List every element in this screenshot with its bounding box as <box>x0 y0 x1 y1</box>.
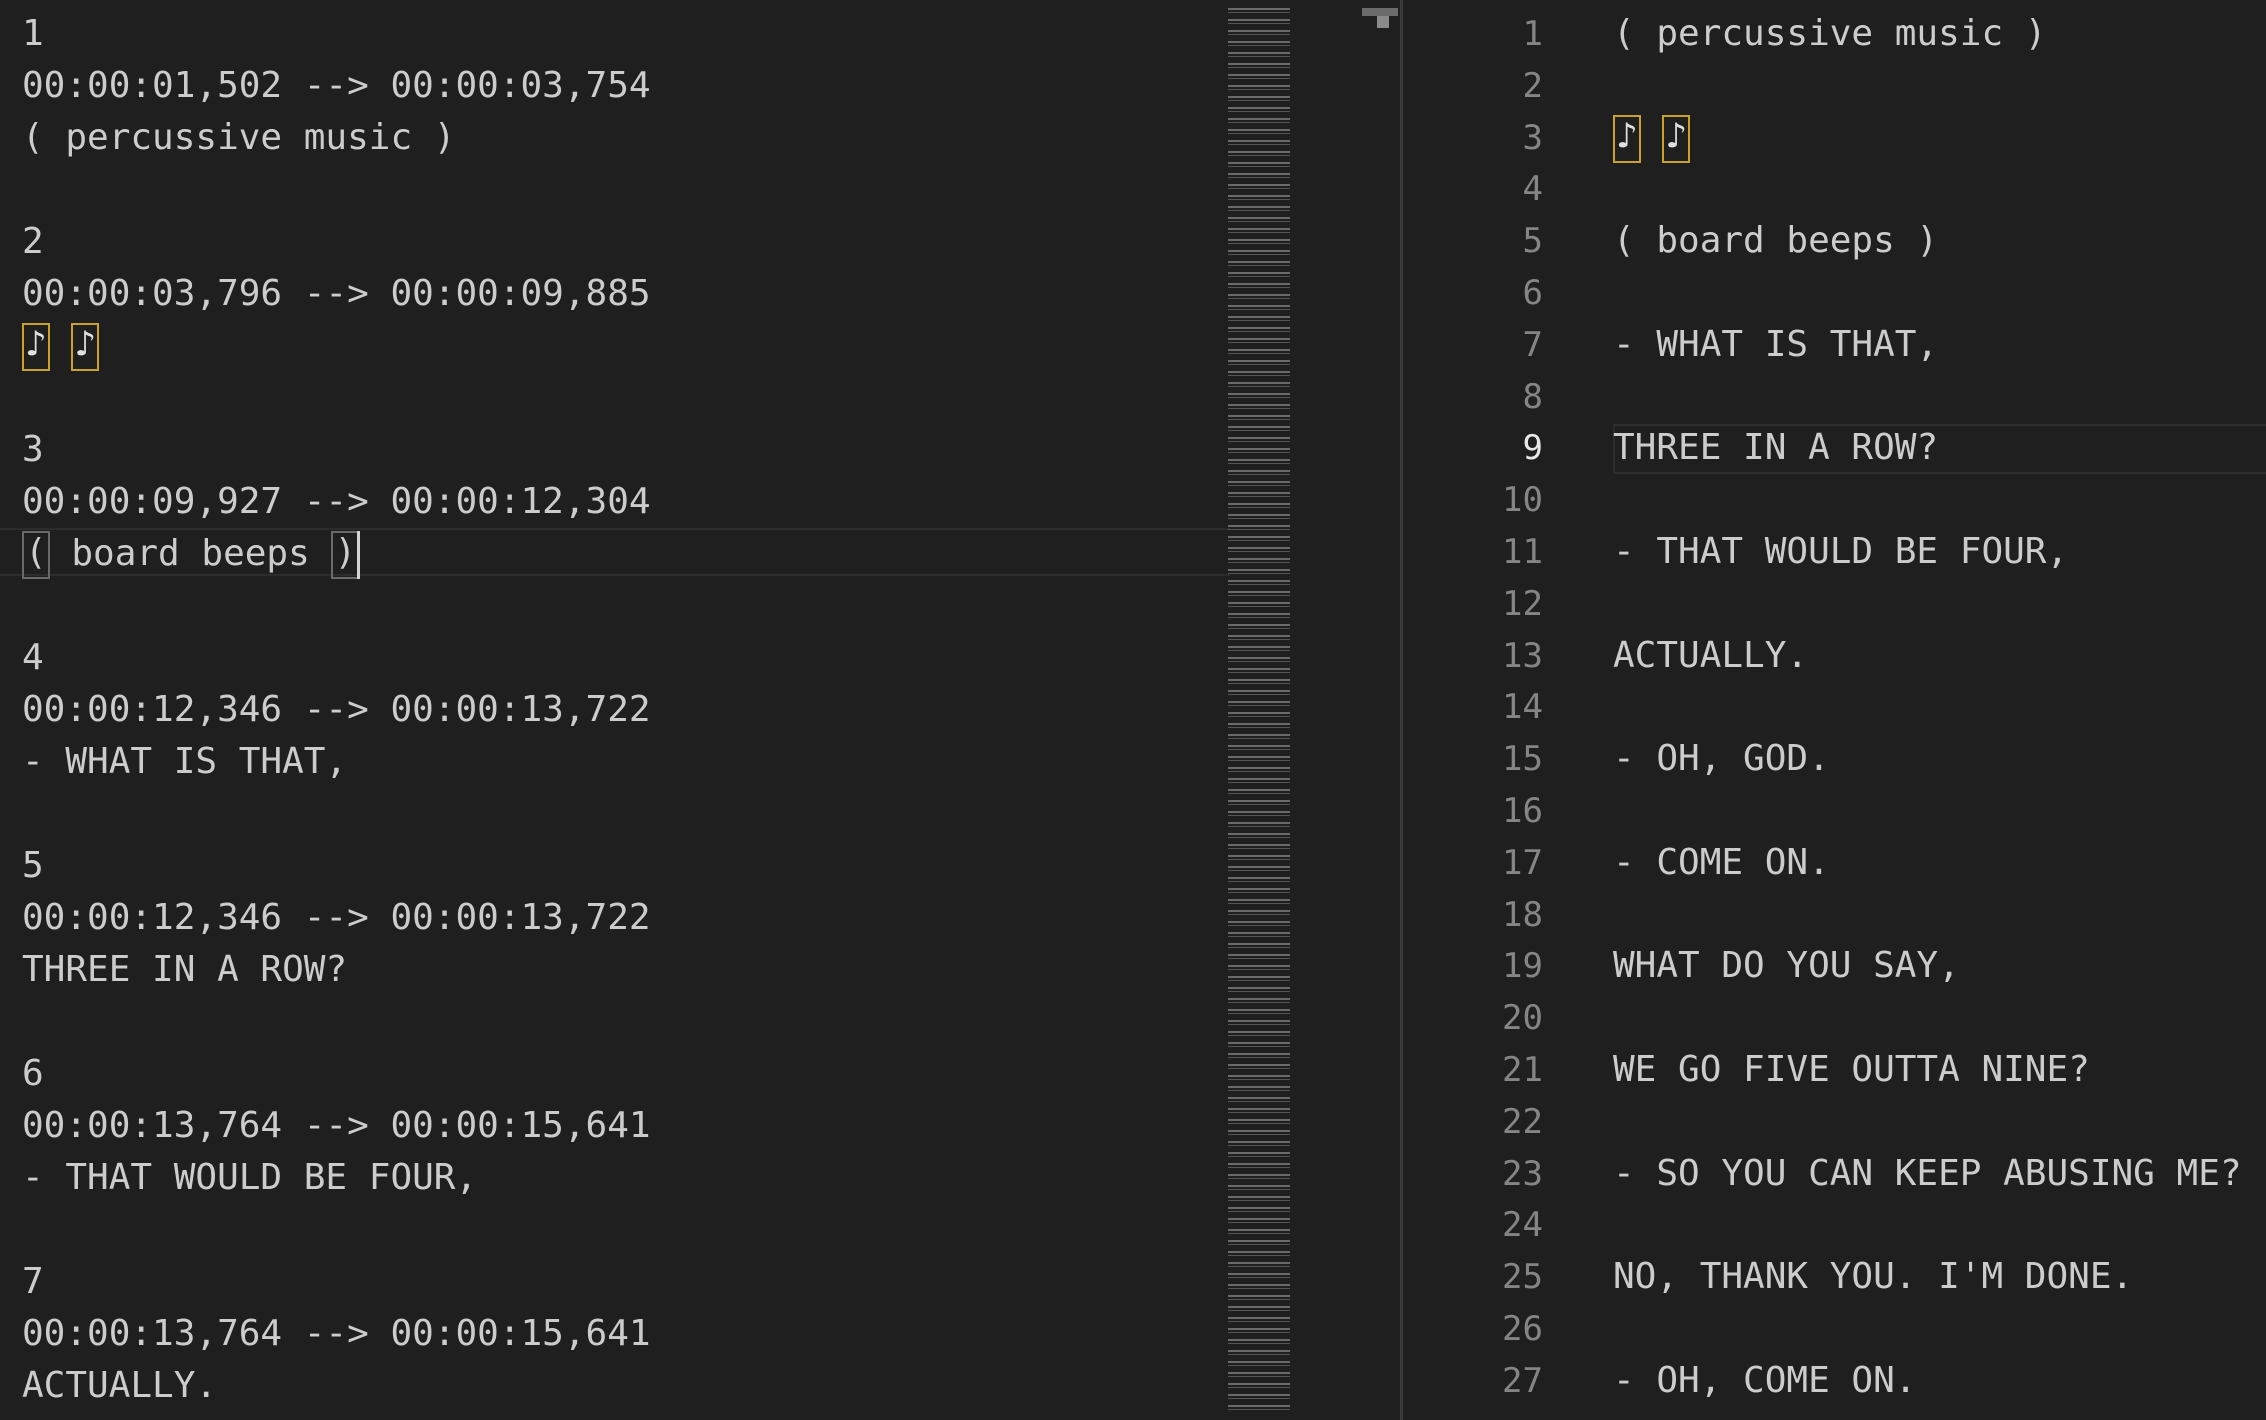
line-number: 26 <box>1502 1308 1543 1349</box>
editor-line: ACTUALLY. <box>1613 634 1809 676</box>
line-number: 15 <box>1502 739 1543 780</box>
editor-line-active: THREE IN A ROW? <box>1613 427 1939 469</box>
matching-bracket-open: ( <box>22 531 50 579</box>
right-editor-pane[interactable]: 1 2 3 4 5 6 7 8 9 10 11 12 13 14 15 16 1… <box>1403 0 2266 1420</box>
music-note-highlight: ♪ <box>71 323 100 371</box>
editor-line: - WHAT IS THAT, <box>22 741 348 782</box>
editor-line: 3 <box>22 429 44 470</box>
editor-line: 00:00:13,764 --> 00:00:15,641 <box>22 1313 651 1354</box>
music-note-highlight: ♪ <box>1613 114 1641 163</box>
editor-line-notes: ♪ ♪ <box>22 320 651 372</box>
editor-line: WE GO FIVE OUTTA NINE? <box>1613 1048 2090 1090</box>
line-number: 19 <box>1502 946 1543 987</box>
editor-line: 5 <box>22 845 44 886</box>
editor-line: - THAT WOULD BE FOUR, <box>22 1157 478 1198</box>
scrollbar-thumb[interactable] <box>1362 8 1398 16</box>
line-number: 10 <box>1502 480 1543 521</box>
line-number: 13 <box>1502 635 1543 676</box>
editor-line: 00:00:13,764 --> 00:00:15,641 <box>22 1105 651 1146</box>
line-number: 24 <box>1502 1205 1543 1246</box>
line-number: 8 <box>1522 376 1543 417</box>
left-editor-text[interactable]: 1 00:00:01,502 --> 00:00:03,754 ( percus… <box>22 8 651 1412</box>
right-editor-text[interactable]: ( percussive music ) ♪ ♪ ( board beeps )… <box>1613 8 2242 1407</box>
line-number: 17 <box>1502 842 1543 883</box>
editor-line: WHAT DO YOU SAY, <box>1613 945 1960 987</box>
editor-line: ( percussive music ) <box>22 117 456 158</box>
music-note-highlight: ♪ <box>1662 114 1691 163</box>
editor-line: - SO YOU CAN KEEP ABUSING ME? <box>1613 1152 2242 1194</box>
line-number-active: 9 <box>1522 428 1543 469</box>
line-number: 7 <box>1522 324 1543 365</box>
line-number: 5 <box>1522 221 1543 262</box>
editor-line-notes: ♪ ♪ <box>1613 112 2242 164</box>
line-number: 27 <box>1502 1360 1543 1401</box>
text-cursor <box>357 531 361 579</box>
editor-line: 00:00:09,927 --> 00:00:12,304 <box>22 481 651 522</box>
editor-line: 00:00:12,346 --> 00:00:13,722 <box>22 897 651 938</box>
editor-line: 7 <box>22 1261 44 1302</box>
editor-line: - COME ON. <box>1613 841 1830 883</box>
line-number: 1 <box>1522 14 1543 54</box>
scrollbar-cursor-marker <box>1377 16 1389 28</box>
line-number: 11 <box>1502 531 1543 572</box>
editor-line: - WHAT IS THAT, <box>1613 323 1939 365</box>
line-number: 6 <box>1522 272 1543 313</box>
line-number: 18 <box>1502 894 1543 935</box>
editor-line: 6 <box>22 1053 44 1094</box>
line-number: 25 <box>1502 1257 1543 1298</box>
editor-line: - OH, COME ON. <box>1613 1359 1917 1401</box>
line-number: 23 <box>1502 1153 1543 1194</box>
editor-line: 00:00:12,346 --> 00:00:13,722 <box>22 689 651 730</box>
editor-line: NO, THANK YOU. I'M DONE. <box>1613 1256 2134 1298</box>
line-number: 21 <box>1502 1049 1543 1090</box>
line-number: 12 <box>1502 583 1543 624</box>
minimap[interactable] <box>1228 8 1290 1412</box>
line-number: 14 <box>1502 687 1543 728</box>
editor-line: ACTUALLY. <box>22 1365 218 1406</box>
left-editor-pane[interactable]: 1 00:00:01,502 --> 00:00:03,754 ( percus… <box>0 0 1230 1420</box>
editor-line: 00:00:03,796 --> 00:00:09,885 <box>22 273 651 314</box>
editor-line: ( percussive music ) <box>1613 13 2047 54</box>
line-number: 4 <box>1522 169 1543 210</box>
matching-bracket-close: ) <box>331 531 360 579</box>
vertical-scrollbar[interactable] <box>1360 0 1380 1420</box>
editor-line: 1 <box>22 13 44 54</box>
line-number: 3 <box>1522 117 1543 158</box>
line-number: 16 <box>1502 790 1543 831</box>
editor-line-cursor: ( board beeps ) <box>22 528 651 580</box>
line-number: 2 <box>1522 65 1543 106</box>
line-number-gutter: 1 2 3 4 5 6 7 8 9 10 11 12 13 14 15 16 1… <box>1403 8 1543 1407</box>
line-number: 20 <box>1502 998 1543 1039</box>
editor-line: - OH, GOD. <box>1613 738 1830 780</box>
editor-line: ( board beeps ) <box>1613 220 1939 262</box>
music-note-highlight: ♪ <box>22 323 50 371</box>
editor-line: - THAT WOULD BE FOUR, <box>1613 530 2069 572</box>
bracket-inner-text: board beeps <box>49 533 332 574</box>
line-number: 22 <box>1502 1101 1543 1142</box>
editor-line: 00:00:01,502 --> 00:00:03,754 <box>22 65 651 106</box>
editor-line: 4 <box>22 637 44 678</box>
editor-line: 2 <box>22 221 44 262</box>
editor-line: THREE IN A ROW? <box>22 949 348 990</box>
